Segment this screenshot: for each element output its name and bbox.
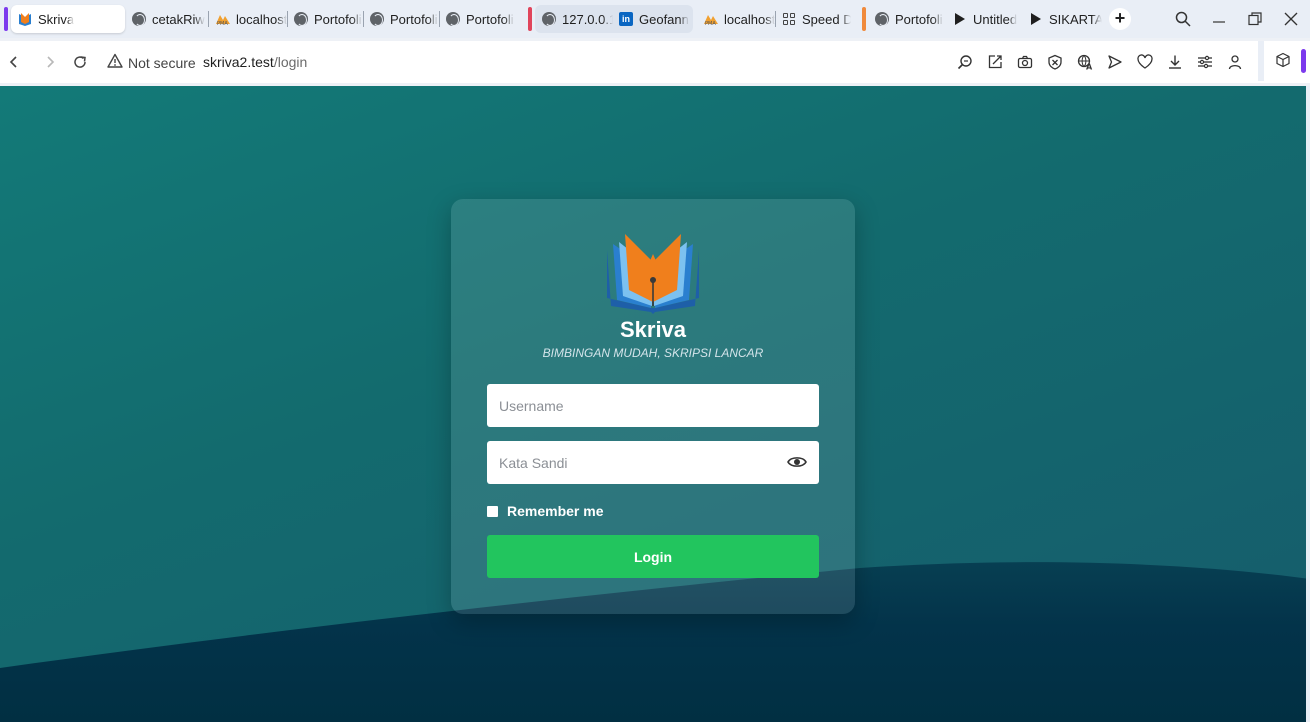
globe-icon — [131, 11, 147, 27]
tab-localhost-2[interactable]: PMA localhost — [697, 5, 775, 33]
tab-label: Portofoli — [466, 11, 514, 27]
tab-label: localhost — [236, 11, 287, 27]
tab-sikarta[interactable]: SIKARTA — [1022, 5, 1102, 33]
restore-icon[interactable] — [1243, 8, 1267, 30]
globe-icon — [445, 11, 461, 27]
skriva-book-icon — [17, 11, 33, 27]
reload-button[interactable] — [69, 51, 91, 73]
download-icon[interactable] — [1165, 52, 1185, 72]
tab-speed-dial[interactable]: Speed Di — [775, 5, 851, 33]
tab-label: Portofoli — [314, 11, 362, 27]
tab-127[interactable]: 127.0.0.1 — [535, 5, 613, 33]
url-path: /login — [273, 54, 308, 70]
tab-label: Speed Di — [802, 11, 851, 27]
address-toolbar: Not secure skriva2.test/login A — [0, 41, 1310, 83]
globe-icon — [293, 11, 309, 27]
tab-label: Geofann — [639, 11, 689, 27]
tab-strip: Skriva cetakRiw PMA localhost Portofoli … — [0, 0, 1310, 38]
send-icon[interactable] — [1105, 52, 1125, 72]
security-label[interactable]: Not secure — [128, 55, 196, 71]
remember-me[interactable]: Remember me — [487, 503, 604, 519]
back-button[interactable] — [3, 51, 25, 73]
svg-text:PMA: PMA — [705, 21, 716, 26]
password-input[interactable] — [487, 441, 819, 484]
url-host: skriva2.test — [203, 54, 274, 70]
close-icon[interactable] — [1279, 8, 1303, 30]
remember-me-checkbox[interactable] — [487, 505, 498, 517]
play-icon — [952, 11, 968, 27]
extension-panel — [1258, 41, 1310, 81]
page-scroll-edge — [1306, 86, 1310, 722]
phpmyadmin-icon: PMA — [215, 11, 231, 27]
tab-group-indicator — [862, 7, 866, 31]
tab-geofanny[interactable]: in Geofann — [612, 5, 692, 33]
warning-icon[interactable] — [107, 53, 123, 69]
speed-dial-icon — [781, 11, 797, 27]
tab-group-indicator — [4, 7, 8, 31]
app-tagline: BIMBINGAN MUDAH, SKRIPSI LANCAR — [542, 346, 764, 360]
globe-icon — [874, 11, 890, 27]
tab-localhost[interactable]: PMA localhost — [209, 5, 287, 33]
heart-icon[interactable] — [1135, 52, 1155, 72]
tab-portofolio-1[interactable]: Portofoli — [287, 5, 363, 33]
search-tabs-icon[interactable] — [1171, 8, 1195, 30]
tab-label: SIKARTA — [1049, 11, 1102, 27]
login-card: Skriva BIMBINGAN MUDAH, SKRIPSI LANCAR R… — [451, 199, 855, 614]
shield-block-icon[interactable] — [1045, 52, 1065, 72]
remember-me-label: Remember me — [507, 503, 604, 519]
phpmyadmin-icon: PMA — [703, 11, 719, 27]
tab-portofolio-3[interactable]: Portofoli — [439, 5, 519, 33]
zoom-icon[interactable] — [955, 52, 975, 72]
easy-setup-icon[interactable] — [1195, 52, 1215, 72]
tab-untitled[interactable]: Untitled — [946, 5, 1022, 33]
tab-label: Portofoli — [390, 11, 438, 27]
linkedin-icon: in — [618, 11, 634, 27]
tab-label: cetakRiw — [152, 11, 205, 27]
tab-portofolio-2[interactable]: Portofoli — [363, 5, 439, 33]
minimize-icon[interactable] — [1207, 8, 1231, 30]
login-button[interactable]: Login — [487, 535, 819, 578]
tab-cetakriw[interactable]: cetakRiw — [125, 5, 205, 33]
translate-icon[interactable]: A — [1075, 52, 1095, 72]
tab-portofolio-4[interactable]: Portofoli — [868, 5, 944, 33]
address-url[interactable]: skriva2.test/login — [203, 54, 307, 70]
tab-label: Skriva — [38, 11, 75, 27]
camera-icon[interactable] — [1015, 52, 1035, 72]
globe-icon — [369, 11, 385, 27]
tab-label: Portofoli — [895, 11, 943, 27]
tab-group-indicator — [528, 7, 532, 31]
tab-label: Untitled — [973, 11, 1018, 27]
skriva-logo-icon — [603, 234, 703, 314]
sidebar-indicator[interactable] — [1301, 49, 1306, 73]
forward-button[interactable] — [39, 51, 61, 73]
profile-icon[interactable] — [1225, 52, 1245, 72]
username-input[interactable] — [487, 384, 819, 427]
tab-label: 127.0.0.1 — [562, 11, 613, 27]
tab-skriva[interactable]: Skriva — [11, 5, 125, 33]
play-icon — [1028, 11, 1044, 27]
cube-icon[interactable] — [1273, 50, 1293, 70]
svg-text:A: A — [1086, 63, 1093, 71]
login-page: Skriva BIMBINGAN MUDAH, SKRIPSI LANCAR R… — [0, 86, 1310, 722]
share-icon[interactable] — [985, 52, 1005, 72]
show-password-eye-icon[interactable] — [787, 454, 807, 470]
svg-text:PMA: PMA — [217, 21, 228, 26]
tab-label: localhost — [724, 11, 775, 27]
new-tab-button[interactable]: + — [1109, 8, 1131, 30]
globe-icon — [541, 11, 557, 27]
app-title: Skriva — [619, 317, 687, 342]
